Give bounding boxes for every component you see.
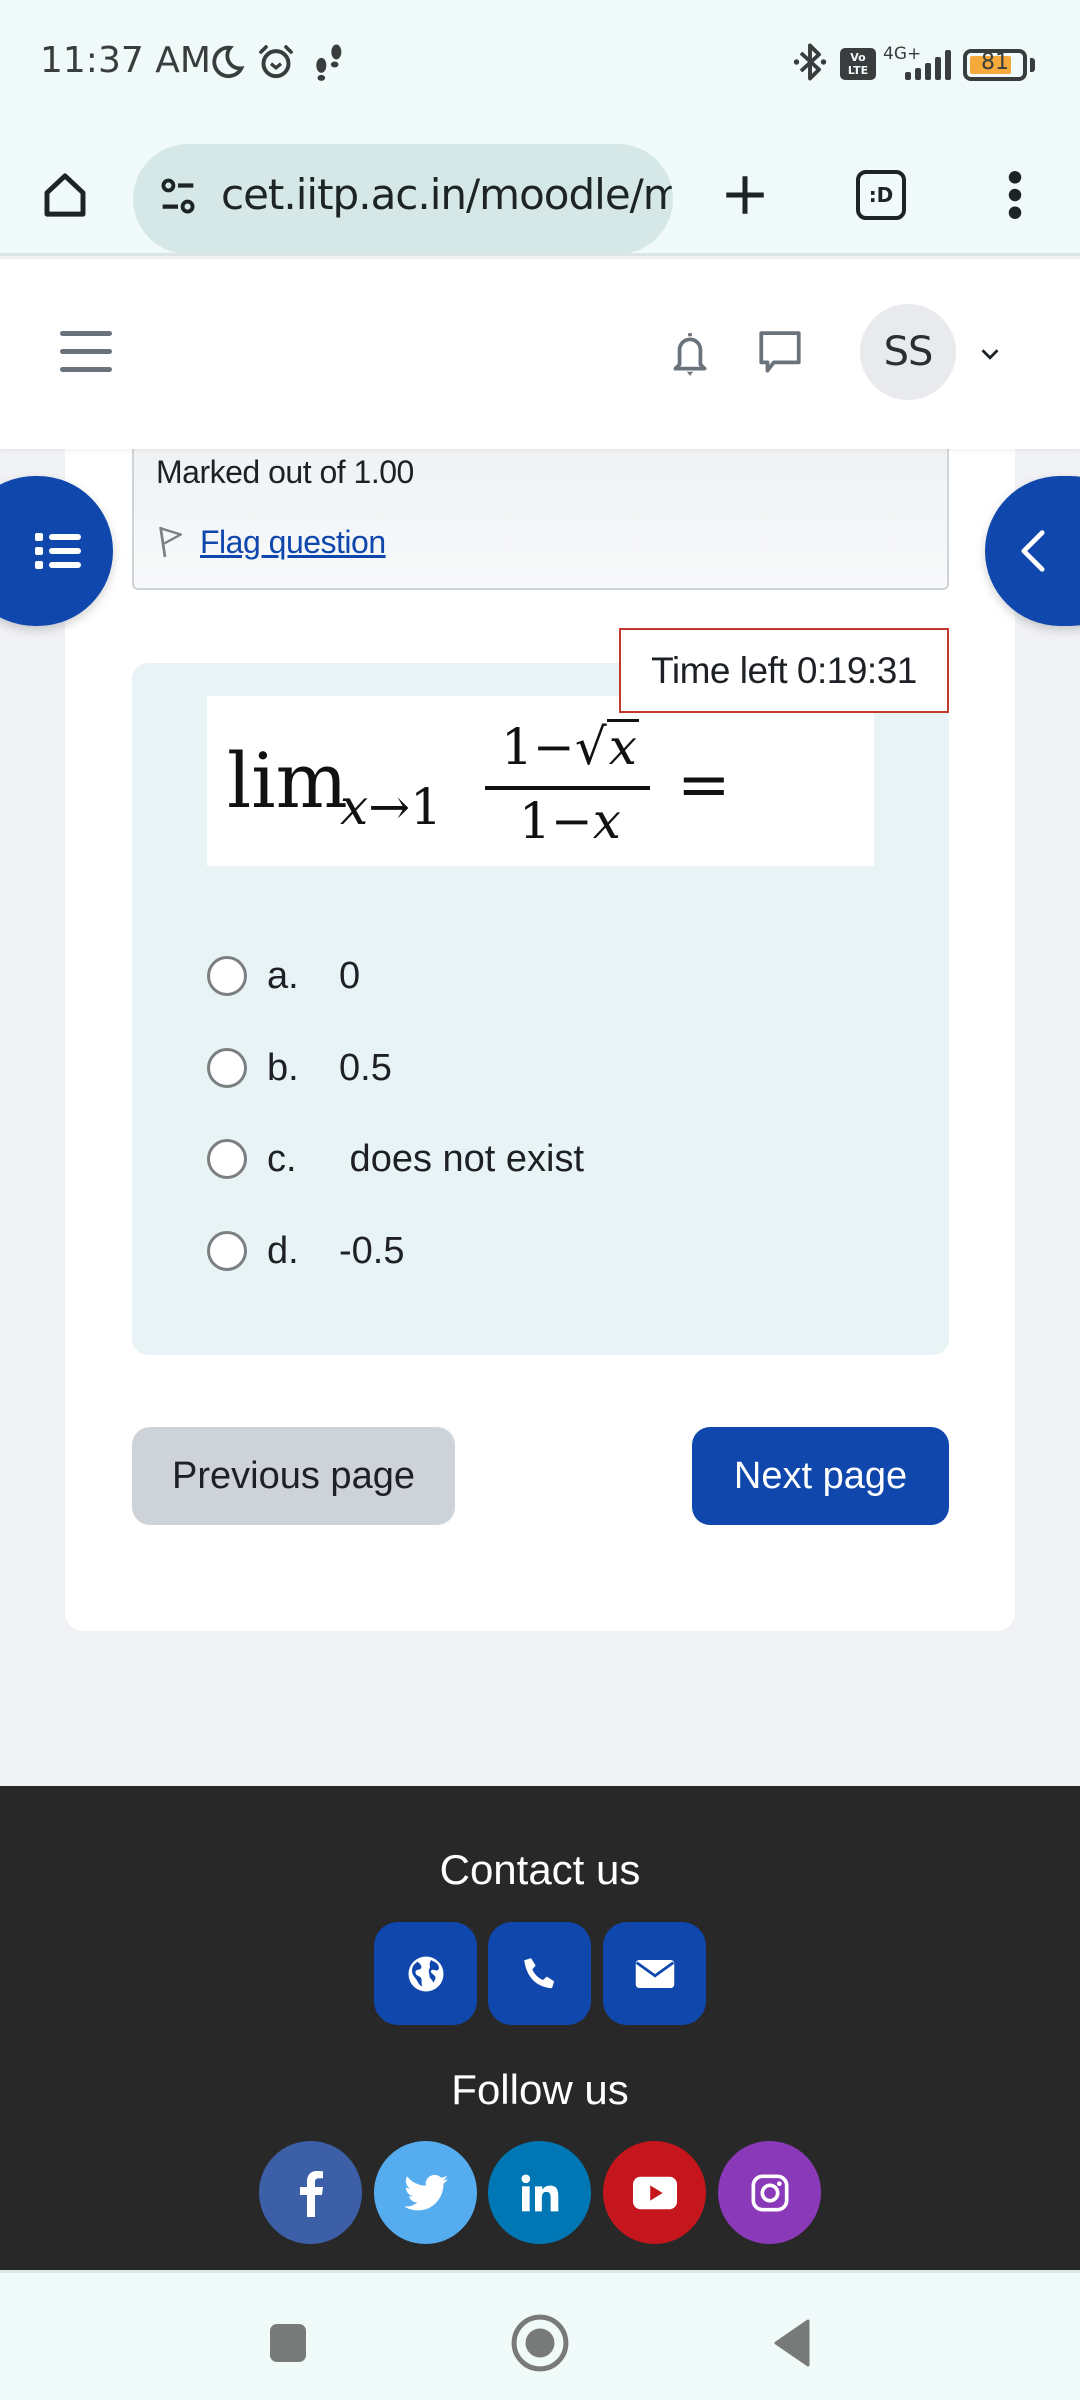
new-tab-button[interactable] (700, 150, 790, 240)
linkedin-icon (521, 2174, 558, 2211)
plus-icon (726, 176, 764, 214)
user-menu-chevron-icon[interactable] (975, 339, 1005, 369)
home-nav-button[interactable] (500, 2303, 580, 2383)
home-circle-icon (511, 2314, 569, 2372)
marked-out-of: Marked out of 1.00 (156, 454, 414, 490)
option-letter: c. (267, 1137, 297, 1180)
battery-icon: 81 (963, 49, 1027, 81)
option-text: 0 (339, 954, 361, 997)
radio-button[interactable] (207, 956, 247, 996)
twitter-icon (403, 2174, 448, 2210)
previous-page-button[interactable]: Previous page (132, 1427, 455, 1525)
phone-link[interactable] (488, 1922, 591, 2025)
battery-nub (1030, 58, 1035, 72)
system-navigation-bar (0, 2270, 1080, 2400)
formula-fraction-bar (485, 786, 650, 790)
list-icon (35, 533, 81, 569)
home-button[interactable] (20, 150, 110, 240)
status-time: 11:37 AM (40, 40, 211, 81)
youtube-link[interactable] (603, 2141, 706, 2244)
radio-button[interactable] (207, 1231, 247, 1271)
formula-lim: lim (227, 736, 348, 825)
globe-icon (408, 1956, 443, 1991)
email-link[interactable] (603, 1922, 706, 2025)
url-field[interactable]: cet.iitp.ac.in/moodle/mod/quiz/attempt.p… (133, 144, 673, 254)
radio-button[interactable] (207, 1139, 247, 1179)
next-page-button[interactable]: Next page (692, 1427, 949, 1525)
answer-option-c[interactable]: c. does not exist (207, 1129, 584, 1189)
home-icon (44, 173, 86, 217)
answer-option-a[interactable]: a. 0 (207, 946, 360, 1006)
footsteps-icon (308, 40, 348, 84)
contact-us-heading: Contact us (439, 1846, 641, 1893)
volte-bottom-label: LTE (847, 64, 869, 77)
recents-button[interactable] (248, 2303, 328, 2383)
facebook-link[interactable] (259, 2141, 362, 2244)
instagram-icon (751, 2174, 788, 2211)
tab-switcher-button[interactable]: :D (836, 150, 926, 240)
flag-question-link[interactable]: Flag question (200, 524, 386, 561)
url-text: cet.iitp.ac.in/moodle/mod/quiz/attempt.p… (221, 170, 673, 219)
youtube-icon (632, 2176, 677, 2209)
browser-toolbar: cet.iitp.ac.in/moodle/mod/quiz/attempt.p… (0, 130, 1080, 256)
browser-menu-button[interactable] (970, 150, 1060, 240)
recents-icon (270, 2324, 306, 2362)
user-avatar[interactable]: SS (860, 304, 956, 400)
signal-icon (905, 50, 951, 80)
option-text: 0.5 (339, 1046, 392, 1089)
option-letter: a. (267, 954, 299, 997)
option-text: -0.5 (339, 1229, 405, 1272)
chat-icon (759, 331, 801, 373)
alarm-icon (254, 40, 298, 84)
moon-icon (205, 40, 249, 84)
answer-option-b[interactable]: b. 0.5 (207, 1038, 392, 1098)
volte-top-label: Vo (850, 51, 866, 64)
status-bar: 11:37 AM Vo LTE 4G+ 81 (0, 0, 1080, 130)
envelope-icon (635, 1959, 674, 1988)
formula-denominator: 1−x (519, 792, 621, 850)
option-letter: b. (267, 1046, 299, 1089)
tab-count: :D (856, 170, 906, 220)
follow-us-heading: Follow us (451, 2066, 629, 2113)
quiz-timer: Time left 0:19:31 (619, 628, 949, 713)
notifications-button[interactable] (655, 319, 725, 389)
back-button[interactable] (752, 2303, 832, 2383)
hamburger-menu-button[interactable] (56, 327, 120, 379)
question-formula-image: lim x→1 1−√x 1−x = (207, 696, 874, 866)
more-vert-icon (1008, 171, 1022, 219)
option-text: does not exist (339, 1137, 585, 1180)
battery-percent: 81 (981, 50, 1009, 75)
website-link[interactable] (374, 1922, 477, 2025)
formula-numerator: 1−√x (501, 718, 639, 776)
chevron-left-icon (1021, 530, 1045, 572)
site-settings-icon[interactable] (155, 174, 205, 224)
formula-subscript: x→1 (340, 778, 442, 836)
bluetooth-icon (790, 40, 830, 84)
formula-equals: = (677, 748, 731, 822)
flag-icon[interactable] (156, 524, 190, 564)
twitter-link[interactable] (374, 2141, 477, 2244)
site-header: SS (0, 259, 1080, 449)
instagram-link[interactable] (718, 2141, 821, 2244)
volte-icon: Vo LTE (840, 48, 876, 80)
answer-option-d[interactable]: d. -0.5 (207, 1221, 404, 1281)
radio-button[interactable] (207, 1048, 247, 1088)
option-letter: d. (267, 1229, 299, 1272)
phone-icon (523, 1957, 554, 1988)
facebook-icon (299, 2170, 323, 2217)
messages-button[interactable] (745, 319, 815, 389)
back-triangle-icon (774, 2319, 810, 2367)
linkedin-link[interactable] (488, 2141, 591, 2244)
bell-icon (673, 333, 707, 376)
